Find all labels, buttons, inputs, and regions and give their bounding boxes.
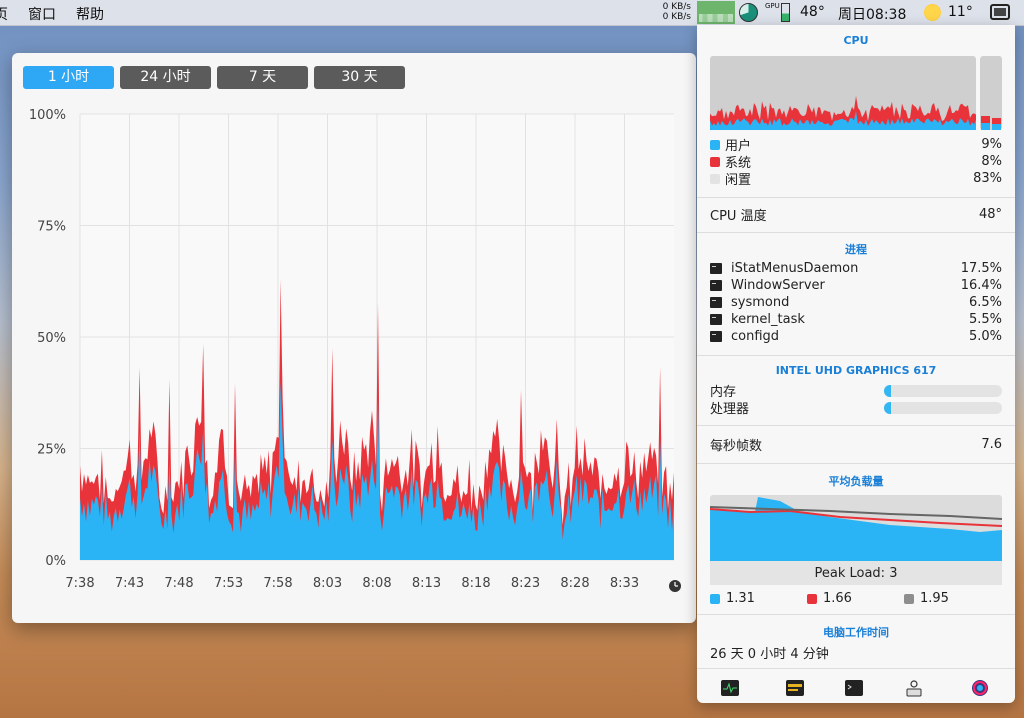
- menu-bar: 页 窗口 帮助 0 KB/s 0 KB/s GPU 48° 周日08:38 11…: [0, 0, 1024, 26]
- activity-monitor-icon[interactable]: [720, 679, 740, 697]
- x-tick-label: 7:48: [164, 576, 193, 591]
- gpu-title: INTEL UHD GRAPHICS 617: [775, 364, 937, 377]
- app-menus: 页 窗口 帮助: [0, 4, 124, 24]
- cpu-mini-graph: [710, 56, 1002, 130]
- process-row[interactable]: kernel_task 5.5%: [710, 311, 1002, 328]
- load-5-value: 1.66: [823, 591, 852, 606]
- memory-pie-icon[interactable]: [739, 3, 758, 22]
- x-tick-label: 7:38: [65, 576, 94, 591]
- fps-label: 每秒帧数: [710, 439, 763, 454]
- core-bar: [981, 123, 990, 130]
- x-tick-label: 8:33: [610, 576, 639, 591]
- gpu-processor-bar: [884, 402, 1002, 414]
- peak-load-label: Peak Load: 3: [814, 566, 898, 581]
- user-swatch: [710, 139, 720, 150]
- terminal-app-icon[interactable]: [844, 679, 864, 697]
- x-tick-label: 8:28: [560, 576, 589, 591]
- menu-item-help[interactable]: 帮助: [76, 4, 104, 24]
- process-row[interactable]: iStatMenusDaemon 17.5%: [710, 260, 1002, 277]
- cpu-temp-value: 48°: [978, 207, 1002, 222]
- x-tick-label: 7:43: [115, 576, 144, 591]
- menu-extra-icon[interactable]: [990, 4, 1010, 20]
- load-15-swatch: [904, 593, 914, 604]
- load-15-value: 1.95: [920, 591, 949, 606]
- uptime-title: 电脑工作时间: [823, 626, 889, 639]
- battery-bar-icon[interactable]: [781, 3, 790, 22]
- fps-value: 7.6: [981, 437, 1002, 452]
- network-speed[interactable]: 0 KB/s 0 KB/s: [655, 2, 691, 22]
- cpu-section-title: CPU: [843, 34, 869, 47]
- x-tick-label: 7:53: [214, 576, 243, 591]
- cpu-history-chart: 100% 75% 50% 25% 0% 7:38 7:43 7:48 7:53 7:58 8:03 8…: [29, 108, 681, 592]
- system-info-icon[interactable]: [904, 679, 924, 697]
- menubar-clock[interactable]: 周日08:38: [838, 4, 906, 24]
- fps-row: 每秒帧数 7.6: [710, 436, 1002, 454]
- cpu-graph-icon[interactable]: [697, 1, 735, 24]
- terminal-icon: [710, 263, 722, 274]
- terminal-icon: [710, 314, 722, 325]
- x-tick-label: 7:58: [263, 576, 292, 591]
- y-tick-label: 75%: [37, 220, 66, 235]
- terminal-icon: [710, 280, 722, 291]
- menu-item-view[interactable]: 页: [0, 4, 8, 24]
- y-tick-label: 25%: [37, 443, 66, 458]
- idle-value: 83%: [973, 171, 1002, 186]
- y-tick-label: 0%: [45, 554, 66, 569]
- process-row[interactable]: sysmond 6.5%: [710, 294, 1002, 311]
- idle-swatch: [710, 173, 720, 184]
- user-value: 9%: [981, 137, 1002, 152]
- istat-dropdown-panel: CPU 用户 9% 系统 8% 闲置 83% CPU 温度 48° 进程 iSt…: [697, 25, 1015, 703]
- system-value: 8%: [981, 154, 1002, 169]
- x-tick-label: 8:13: [412, 576, 441, 591]
- sun-icon[interactable]: [924, 4, 941, 21]
- x-tick-label: 8:18: [461, 576, 490, 591]
- load-1-value: 1.31: [726, 591, 755, 606]
- terminal-icon: [710, 331, 722, 342]
- cpu-history-window: 1 小时 24 小时 7 天 30 天 100% 75% 50% 25% 0% 7:38 7…: [12, 53, 696, 623]
- console-icon[interactable]: [785, 679, 805, 697]
- x-tick-label: 8:03: [313, 576, 342, 591]
- cpu-temp-row[interactable]: CPU 温度 48°: [710, 206, 1002, 224]
- core-bar: [992, 124, 1001, 130]
- menubar-weather[interactable]: 11°: [948, 4, 973, 20]
- gpu-processor-label: 处理器: [710, 402, 750, 417]
- load-average-title: 平均负载量: [828, 475, 884, 488]
- legend-system: 系统 8%: [710, 153, 1002, 171]
- upload-speed: 0 KB/s: [662, 2, 691, 12]
- y-tick-label: 50%: [37, 331, 66, 346]
- load-5-swatch: [807, 593, 817, 604]
- load-1-swatch: [710, 593, 720, 604]
- legend-user: 用户 9%: [710, 136, 1002, 154]
- process-row[interactable]: configd 5.0%: [710, 328, 1002, 345]
- menu-item-window[interactable]: 窗口: [28, 4, 56, 24]
- menubar-temp[interactable]: 48°: [800, 4, 825, 20]
- y-tick-label: 100%: [29, 108, 66, 123]
- uptime-value: 26 天 0 小时 4 分钟: [710, 647, 829, 662]
- x-tick-label: 8:23: [511, 576, 540, 591]
- x-tick-label: 8:08: [362, 576, 391, 591]
- system-swatch: [710, 156, 720, 167]
- gpu-memory-bar: [884, 385, 1002, 397]
- terminal-icon: [710, 297, 722, 308]
- gpu-label: GPU: [765, 2, 780, 10]
- cpu-temp-label: CPU 温度: [710, 209, 767, 224]
- process-row[interactable]: WindowServer 16.4%: [710, 277, 1002, 294]
- load-legend: 1.31 1.66 1.95: [710, 590, 1002, 607]
- clock-icon[interactable]: [669, 580, 681, 592]
- processes-title: 进程: [845, 243, 867, 256]
- legend-idle: 闲置 83%: [710, 170, 1002, 188]
- download-speed: 0 KB/s: [662, 12, 691, 22]
- istat-menus-icon[interactable]: [970, 679, 990, 697]
